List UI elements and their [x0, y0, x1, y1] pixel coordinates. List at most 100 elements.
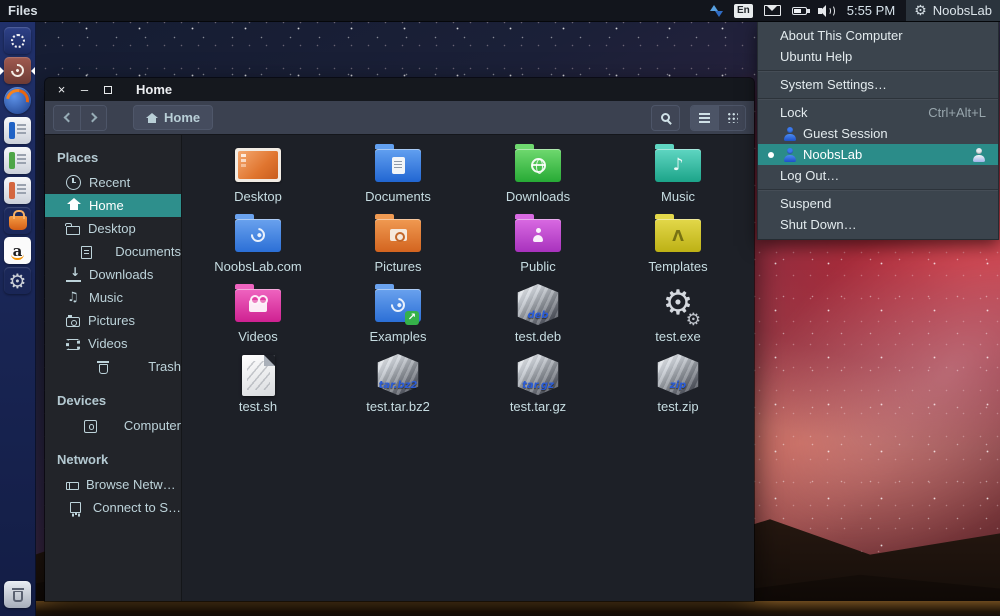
forward-button[interactable] [80, 106, 106, 130]
file-item-pictures[interactable]: Pictures [328, 209, 468, 279]
menu-item-shut-down[interactable]: Shut Down… [758, 214, 998, 235]
network-icon [66, 482, 78, 490]
package-icon: tar.gz [516, 354, 560, 396]
clock-indicator[interactable]: 5:55 PM [847, 3, 895, 18]
dock-item-libreoffice-writer[interactable] [4, 117, 31, 144]
file-label: Public [520, 259, 555, 274]
file-item-videos[interactable]: Videos [188, 279, 328, 349]
file-item-test-tar-bz2[interactable]: tar.bz2 test.tar.bz2 [328, 349, 468, 419]
dock-item-system-settings[interactable]: ⚙ [4, 267, 31, 294]
swirl-glyph-icon [248, 225, 268, 245]
file-label: Desktop [234, 189, 282, 204]
file-item-music[interactable]: Music [608, 139, 748, 209]
sidebar-item-computer[interactable]: Computer [45, 414, 181, 437]
sidebar-item-music[interactable]: Music [45, 286, 181, 309]
dock-item-libreoffice-calc[interactable] [4, 147, 31, 174]
sidebar-item-downloads[interactable]: Downloads [45, 263, 181, 286]
folder-icon [515, 149, 561, 182]
file-label: Downloads [506, 189, 570, 204]
file-item-test-sh[interactable]: test.sh [188, 349, 328, 419]
dock-item-files[interactable] [4, 57, 31, 84]
globe-glyph-icon [531, 158, 546, 173]
file-item-desktop[interactable]: Desktop [188, 139, 328, 209]
file-label: test.tar.bz2 [366, 399, 430, 414]
sidebar-header-places: Places [45, 145, 181, 171]
trash-bin-icon [13, 591, 23, 602]
dock-item-firefox[interactable] [4, 87, 31, 114]
menu-item-noobslab[interactable]: NoobsLab [758, 144, 998, 165]
sidebar-item-home[interactable]: Home [45, 194, 181, 217]
list-view-button[interactable] [691, 106, 718, 130]
file-item-test-zip[interactable]: zip test.zip [608, 349, 748, 419]
file-item-noobslab[interactable]: NoobsLab.com [188, 209, 328, 279]
titlebar[interactable]: × – Home [45, 78, 754, 101]
menu-item-suspend[interactable]: Suspend [758, 193, 998, 214]
file-grid: Desktop Documents Downloads Music NoobsL… [182, 135, 754, 601]
menu-item-log-out[interactable]: Log Out… [758, 165, 998, 186]
breadcrumb-home-button[interactable]: Home [133, 105, 213, 130]
recent-icon [66, 175, 81, 190]
menu-item-guest-session[interactable]: Guest Session [758, 123, 998, 144]
download-icon [66, 267, 81, 282]
close-button[interactable]: × [55, 83, 68, 97]
window-title: Home [136, 82, 172, 97]
back-button[interactable] [54, 106, 80, 130]
sidebar-item-desktop[interactable]: Desktop [45, 217, 181, 240]
battery-icon[interactable] [792, 7, 807, 15]
calc-icon [9, 152, 15, 169]
dock-item-amazon[interactable]: a [4, 237, 31, 264]
mail-icon[interactable] [764, 5, 781, 16]
volume-icon[interactable] [818, 4, 836, 18]
menu-item-lock[interactable]: Lock Ctrl+Alt+L [758, 102, 998, 123]
folder-icon [655, 149, 701, 182]
file-item-downloads[interactable]: Downloads [468, 139, 608, 209]
keyboard-layout-indicator[interactable]: En [734, 4, 753, 18]
sidebar-item-documents[interactable]: Documents [45, 240, 181, 263]
breadcrumb-label: Home [164, 110, 200, 125]
file-label: test.exe [655, 329, 701, 344]
compass-glyph-icon [672, 226, 684, 245]
document-icon [81, 246, 92, 259]
gear-icon: ⚙ [914, 4, 927, 18]
minimize-button[interactable]: – [78, 83, 91, 97]
sidebar-item-recent[interactable]: Recent [45, 171, 181, 194]
menu-item-system-settings[interactable]: System Settings… [758, 74, 998, 95]
session-indicator[interactable]: ⚙ NoobsLab [906, 0, 1000, 21]
folder-icon: ↗ [375, 289, 421, 322]
user-badge-icon [972, 148, 986, 162]
file-label: test.tar.gz [510, 399, 566, 414]
network-sync-icon[interactable] [710, 4, 723, 18]
sidebar-item-connect-to-server[interactable]: Connect to S… [45, 496, 181, 519]
file-item-public[interactable]: Public [468, 209, 608, 279]
firefox-icon [1, 84, 33, 116]
maximize-button[interactable] [101, 83, 114, 97]
impress-icon [9, 182, 15, 199]
app-menu-title[interactable]: Files [8, 3, 38, 18]
folder-icon [235, 219, 281, 252]
grid-view-button[interactable] [718, 106, 745, 130]
toolbar: Home [45, 101, 754, 135]
menu-item-ubuntu-help[interactable]: Ubuntu Help [758, 46, 998, 67]
file-label: Music [661, 189, 695, 204]
list-view-icon [699, 117, 710, 119]
file-manager-window: × – Home Home Places Recent [45, 78, 754, 601]
file-item-test-exe[interactable]: ⚙⚙ test.exe [608, 279, 748, 349]
dock-item-trash[interactable] [4, 581, 31, 608]
menu-item-about-this-computer[interactable]: About This Computer [758, 25, 998, 46]
sidebar-item-trash[interactable]: Trash [45, 355, 181, 378]
package-icon: deb [516, 284, 560, 326]
file-item-test-tar-gz[interactable]: tar.gz test.tar.gz [468, 349, 608, 419]
user-icon [783, 127, 797, 141]
file-item-documents[interactable]: Documents [328, 139, 468, 209]
file-item-test-deb[interactable]: deb test.deb [468, 279, 608, 349]
dock-item-libreoffice-impress[interactable] [4, 177, 31, 204]
sidebar-item-videos[interactable]: Videos [45, 332, 181, 355]
file-item-examples[interactable]: ↗ Examples [328, 279, 468, 349]
dock-item-ubuntu-dash[interactable] [4, 27, 31, 54]
sidebar-item-pictures[interactable]: Pictures [45, 309, 181, 332]
dock-item-software-center[interactable] [4, 207, 31, 234]
sidebar-item-browse-network[interactable]: Browse Netw… [45, 473, 181, 496]
search-button[interactable] [651, 105, 680, 131]
gears-icon: ⚙⚙ [656, 283, 700, 327]
file-item-templates[interactable]: Templates [608, 209, 748, 279]
